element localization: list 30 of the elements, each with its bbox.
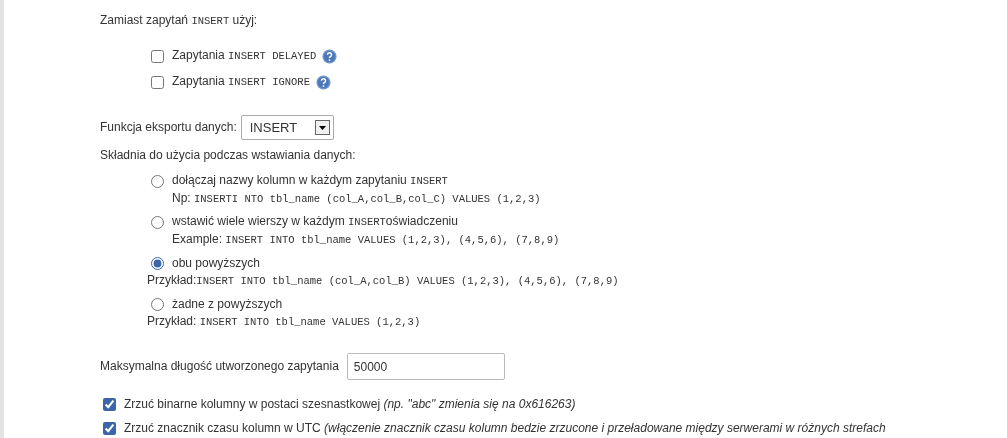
help-icon[interactable] bbox=[315, 74, 331, 90]
radio-button[interactable] bbox=[151, 297, 164, 311]
section-label: Składnia do użycia podczas wstawiania danych: bbox=[100, 148, 356, 163]
checkbox-label: Zapytania INSERT DELAYED bbox=[172, 48, 317, 64]
checkbox[interactable] bbox=[103, 421, 116, 435]
checkbox-label: Zrzuć znacznik czasu kolumn w UTC (włączenie znacznik czasu kolumn bedzie zrzucone i przeładowane między serwerami w różnych strefach bbox=[124, 420, 886, 436]
checkbox[interactable] bbox=[103, 397, 116, 411]
field-label: Funkcja eksportu danych: bbox=[100, 120, 237, 135]
example-text: Np: INSERTI NTO tbl_name (col_A,col_B,col_C) VALUES (1,2,3) bbox=[172, 190, 541, 207]
help-icon[interactable] bbox=[322, 48, 338, 64]
export-function-dropdown[interactable]: INSERT bbox=[240, 115, 335, 140]
example-text: Przykład:INSERT INTO tbl_name (col_A,col_B) VALUES (1,2,3), (4,5,6), (7,8,9) bbox=[147, 272, 619, 289]
radio-label: żadne z powyższych bbox=[172, 296, 283, 312]
checkbox-label: Zrzuć binarne kolumny w postaci szesnastkowej (np. "abc" zmienia się na 0x616263) bbox=[124, 396, 576, 412]
checkbox[interactable] bbox=[151, 75, 164, 89]
checkbox[interactable] bbox=[151, 49, 164, 63]
field-label: Maksymalna długość utworzonego zapytania bbox=[100, 359, 339, 374]
caret-icon bbox=[319, 125, 327, 130]
checkbox-label: Zapytania INSERT IGNORE bbox=[172, 74, 310, 90]
example-text: Przykład: INSERT INTO tbl_name VALUES (1,2,3) bbox=[147, 313, 421, 330]
radio-button[interactable] bbox=[151, 215, 164, 229]
dropdown-toggle[interactable] bbox=[315, 120, 331, 135]
max-length-input[interactable]: 50000 bbox=[346, 353, 505, 380]
example-text: Example: INSERT INTO tbl_name VALUES (1,2,3), (4,5,6), (7,8,9) bbox=[172, 231, 560, 248]
radio-button[interactable] bbox=[151, 256, 164, 270]
radio-label: wstawić wiele wierszy w każdym INSERToświadczeniu bbox=[172, 214, 458, 230]
radio-label: obu powyższych bbox=[172, 255, 261, 271]
radio-button[interactable] bbox=[151, 174, 164, 188]
radio-label: dołączaj nazwy kolumn w każdym zapytaniu INSERT bbox=[172, 173, 448, 189]
section-label: Zamiast zapytań INSERT użyj: bbox=[100, 13, 258, 29]
